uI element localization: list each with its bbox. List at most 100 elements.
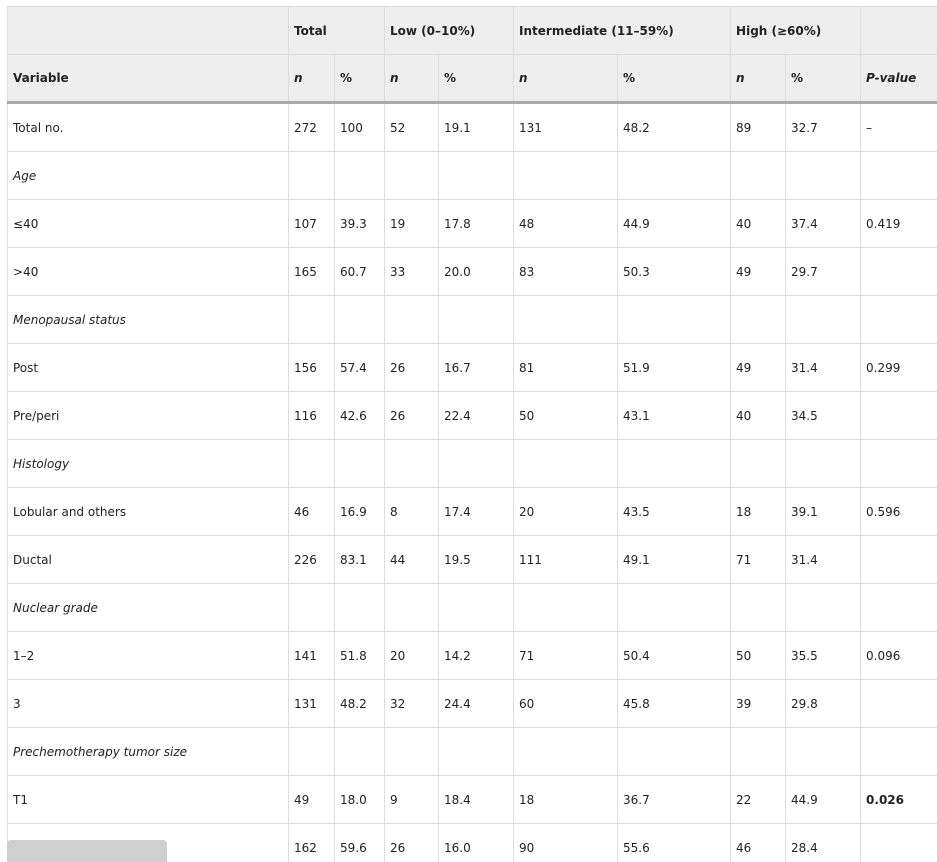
cell-intermediate-n: 83 [513,247,619,296]
empty-cell [384,439,440,488]
cell-high-n: 89 [730,102,787,152]
table-row: ≤40 107 39.3 19 17.8 48 44.9 40 37.4 0.419 [7,199,937,248]
section-label: Age [7,151,289,200]
cell-p-value: 0.026 [860,775,937,824]
cell-high-pct: 37.4 [785,199,862,248]
empty-cell [617,727,732,776]
cell-low-n: 44 [384,535,440,584]
empty-cell [438,151,515,200]
cell-intermediate-n: 18 [513,775,619,824]
empty-cell [730,295,787,344]
section-row: Histology [7,439,937,488]
header-high: High (≥60%) [730,6,862,55]
cell-high-n: 18 [730,487,787,536]
cell-intermediate-n: 48 [513,199,619,248]
cell-low-n: 52 [384,102,440,152]
cell-low-n: 20 [384,631,440,680]
section-label: Prechemotherapy tumor size [7,727,289,776]
table-row: 1–2 141 51.8 20 14.2 71 50.4 50 35.5 0.096 [7,631,937,680]
header-intermediate: Intermediate (11–59%) [513,6,732,55]
empty-cell [513,439,619,488]
empty-cell [384,727,440,776]
cell-low-n: 32 [384,679,440,728]
empty-cell [334,583,386,632]
cell-total-n: 165 [288,247,335,296]
cell-total-pct: 48.2 [334,679,386,728]
cell-low-n: 9 [384,775,440,824]
empty-cell [785,727,862,776]
header-high-pct: % [785,54,862,104]
horizontal-scrollbar-thumb[interactable] [7,840,167,862]
table-row: >40 165 60.7 33 20.0 83 50.3 49 29.7 [7,247,937,296]
cell-total-n: 49 [288,775,335,824]
cell-intermediate-pct: 44.9 [617,199,732,248]
empty-cell [617,583,732,632]
data-table: Total Low (0–10%) Intermediate (11–59%) … [7,6,937,862]
cell-intermediate-pct: 48.2 [617,102,732,152]
table-row: Lobular and others 46 16.9 8 17.4 20 43.5 18 39.… [7,487,937,536]
cell-low-pct: 19.1 [438,102,515,152]
empty-cell [288,151,335,200]
cell-intermediate-n: 60 [513,679,619,728]
section-row: Nuclear grade [7,583,937,632]
cell-low-n: 19 [384,199,440,248]
cell-high-pct: 35.5 [785,631,862,680]
cell-low-pct: 16.7 [438,343,515,392]
empty-cell [785,295,862,344]
empty-cell [384,151,440,200]
sub-header-row: Variable n % n % n % n % P-value [7,54,937,104]
cell-high-n: 39 [730,679,787,728]
cell-high-n: 22 [730,775,787,824]
cell-p-value: 0.419 [860,199,937,248]
header-variable-blank [7,6,289,55]
empty-cell [860,583,937,632]
row-label: ≤40 [7,199,289,248]
empty-cell [617,439,732,488]
header-intermediate-pct: % [617,54,732,104]
empty-cell [288,727,335,776]
cell-p-value [860,391,937,440]
cell-total-n: 107 [288,199,335,248]
cell-total-pct: 39.3 [334,199,386,248]
empty-cell [513,727,619,776]
table-body: Total no. 272 100 52 19.1 131 48.2 89 32.7– Age ≤4… [7,102,937,862]
empty-cell [334,151,386,200]
empty-cell [860,439,937,488]
empty-cell [438,439,515,488]
empty-cell [730,583,787,632]
table-row: Post 156 57.4 26 16.7 81 51.9 49 31.4 0.299 [7,343,937,392]
cell-high-n: 49 [730,247,787,296]
empty-cell [617,151,732,200]
empty-cell [785,439,862,488]
cell-p-value: 0.596 [860,487,937,536]
cell-total-pct: 57.4 [334,343,386,392]
empty-cell [785,583,862,632]
cell-total-pct: 60.7 [334,247,386,296]
header-pvalue-text: P-value [866,71,917,85]
row-label: Ductal [7,535,289,584]
cell-intermediate-n: 81 [513,343,619,392]
cell-high-n: 49 [730,343,787,392]
section-row: Prechemotherapy tumor size [7,727,937,776]
section-row: Age [7,151,937,200]
header-high-n: n [730,54,787,104]
header-low-pct: % [438,54,515,104]
row-label: Total no. [7,102,289,152]
empty-cell [334,295,386,344]
empty-cell [438,583,515,632]
cell-intermediate-n: 111 [513,535,619,584]
cell-intermediate-n: 50 [513,391,619,440]
cell-high-pct: 31.4 [785,343,862,392]
cell-intermediate-n: 71 [513,631,619,680]
cell-intermediate-pct: 36.7 [617,775,732,824]
cell-total-pct: 18.0 [334,775,386,824]
cell-total-pct: 16.9 [334,487,386,536]
cell-intermediate-pct: 45.8 [617,679,732,728]
cell-total-n: 46 [288,487,335,536]
empty-cell [617,295,732,344]
cell-high-pct: 34.5 [785,391,862,440]
section-label: Menopausal status [7,295,289,344]
table-header: Total Low (0–10%) Intermediate (11–59%) … [7,6,937,104]
cell-low-n: 8 [384,487,440,536]
header-total-pct: % [334,54,386,104]
